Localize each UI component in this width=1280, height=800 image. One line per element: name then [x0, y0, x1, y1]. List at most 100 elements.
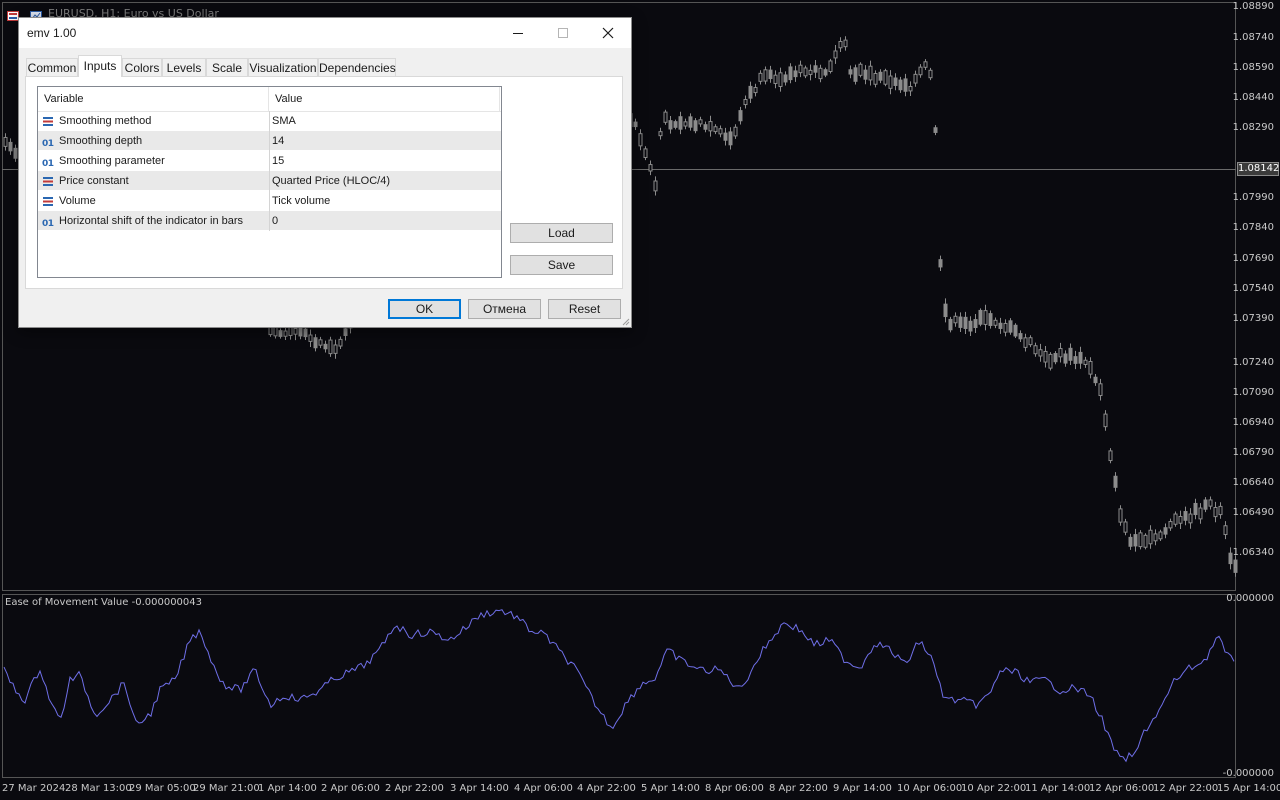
price-axis-label: 1.07540	[1232, 283, 1274, 294]
variable-value[interactable]: 0	[269, 211, 501, 231]
candle-body	[318, 339, 323, 346]
candle-body	[1178, 515, 1183, 524]
candle-body	[683, 121, 688, 127]
candle-body	[723, 132, 728, 141]
grid-header: Variable Value	[38, 87, 501, 112]
variable-value[interactable]: 14	[269, 131, 501, 151]
variable-name: Smoothing parameter	[59, 155, 165, 167]
candle-body	[1158, 531, 1163, 540]
variable-value[interactable]: Tick volume	[269, 191, 501, 211]
candle-body	[1138, 532, 1143, 548]
candle-body	[848, 69, 853, 75]
header-value[interactable]: Value	[269, 87, 499, 111]
time-axis-label: 4 Apr 06:00	[514, 783, 573, 794]
candle-body	[918, 66, 923, 76]
tab-visualization[interactable]: Visualization	[248, 58, 318, 76]
candle-body	[673, 121, 678, 128]
time-axis-label: 15 Apr 14:00	[1217, 783, 1280, 794]
price-axis-label: 1.06940	[1232, 417, 1274, 428]
save-button[interactable]: Save	[510, 255, 613, 275]
candle-body	[763, 69, 768, 82]
variable-value[interactable]: 15	[269, 151, 501, 171]
tab-scale[interactable]: Scale	[206, 58, 248, 76]
tab-levels[interactable]: Levels	[162, 58, 206, 76]
table-row[interactable]: 01 Smoothing parameter 15	[38, 151, 501, 171]
indicator-properties-dialog: emv 1.00 Common Inputs Colors Levels Sca…	[18, 17, 632, 328]
candle-body	[1098, 383, 1103, 397]
price-axis-label: 1.07090	[1232, 387, 1274, 398]
minimize-button[interactable]	[495, 18, 541, 48]
candle-body	[643, 148, 648, 159]
tab-dependencies[interactable]: Dependencies	[318, 58, 396, 76]
candle-body	[863, 69, 868, 80]
tab-colors[interactable]: Colors	[122, 58, 162, 76]
enum-icon	[43, 197, 53, 206]
time-axis-label: 1 Apr 14:00	[258, 783, 317, 794]
candle-body	[1058, 348, 1063, 358]
load-button[interactable]: Load	[510, 223, 613, 243]
time-axis-label: 12 Apr 06:00	[1089, 783, 1155, 794]
time-axis-label: 2 Apr 22:00	[385, 783, 444, 794]
candle-body	[688, 116, 693, 128]
candle-body	[1198, 507, 1203, 520]
inputs-panel: Variable Value Smoothing method SMA 01 S…	[25, 76, 623, 289]
candle-body	[1183, 511, 1188, 521]
candle-body	[1173, 513, 1178, 525]
table-row[interactable]: Price constant Quarted Price (HLOC/4)	[38, 171, 501, 191]
table-row[interactable]: 01 Smoothing depth 14	[38, 131, 501, 151]
reset-button[interactable]: Reset	[548, 299, 621, 319]
candle-body	[928, 69, 933, 79]
close-button[interactable]	[585, 18, 631, 48]
candle-body	[1148, 529, 1153, 545]
time-axis-label: 5 Apr 14:00	[641, 783, 700, 794]
candle-body	[1163, 527, 1168, 535]
resize-grip-icon[interactable]	[622, 318, 630, 326]
dialog-titlebar[interactable]: emv 1.00	[19, 18, 631, 48]
ok-button[interactable]: OK	[388, 299, 461, 319]
variable-name: Smoothing method	[59, 115, 152, 127]
candle-body	[783, 74, 788, 83]
table-row[interactable]: 01 Horizontal shift of the indicator in …	[38, 211, 501, 231]
candle-body	[1068, 347, 1073, 361]
candle-body	[1013, 324, 1018, 337]
candle-body	[813, 65, 818, 73]
candle-body	[633, 121, 638, 128]
tab-inputs[interactable]: Inputs	[78, 55, 122, 77]
candle-body	[1023, 337, 1028, 348]
table-row[interactable]: Smoothing method SMA	[38, 111, 501, 131]
price-axis-label: 1.08440	[1232, 92, 1274, 103]
subwindow-axis-top: 0.000000	[1226, 593, 1274, 604]
close-icon	[602, 27, 614, 39]
variable-value[interactable]: SMA	[269, 111, 501, 131]
price-axis-label: 1.07390	[1232, 313, 1274, 324]
candle-body	[878, 71, 883, 81]
inputs-grid[interactable]: Variable Value Smoothing method SMA 01 S…	[37, 86, 502, 278]
time-axis-label: 28 Mar 13:00	[65, 783, 132, 794]
time-axis-label: 9 Apr 14:00	[833, 783, 892, 794]
candle-body	[753, 87, 758, 94]
candle-body	[1083, 359, 1088, 365]
candle-body	[853, 67, 858, 82]
candle-body	[998, 322, 1003, 329]
candle-body	[668, 120, 673, 130]
candle-body	[1128, 536, 1133, 547]
tab-common[interactable]: Common	[26, 58, 78, 76]
candle-body	[858, 63, 863, 76]
candle-body	[808, 69, 813, 75]
candle-body	[703, 124, 708, 130]
cancel-button[interactable]: Отмена	[468, 299, 541, 319]
candle-body	[968, 320, 973, 332]
candle-body	[958, 316, 963, 328]
variable-value[interactable]: Quarted Price (HLOC/4)	[269, 171, 501, 191]
candle-body	[768, 69, 773, 80]
subwindow-axis-bottom: -0.000000	[1222, 768, 1274, 779]
price-axis-label: 1.06340	[1232, 547, 1274, 558]
time-axis-label: 29 Mar 05:00	[129, 783, 196, 794]
maximize-button[interactable]	[540, 18, 586, 48]
candle-body	[1143, 534, 1148, 548]
candle-body	[1208, 499, 1213, 507]
header-variable[interactable]: Variable	[38, 87, 268, 111]
price-axis-label: 1.08740	[1232, 32, 1274, 43]
table-row[interactable]: Volume Tick volume	[38, 191, 501, 211]
candle-body	[1218, 505, 1223, 516]
